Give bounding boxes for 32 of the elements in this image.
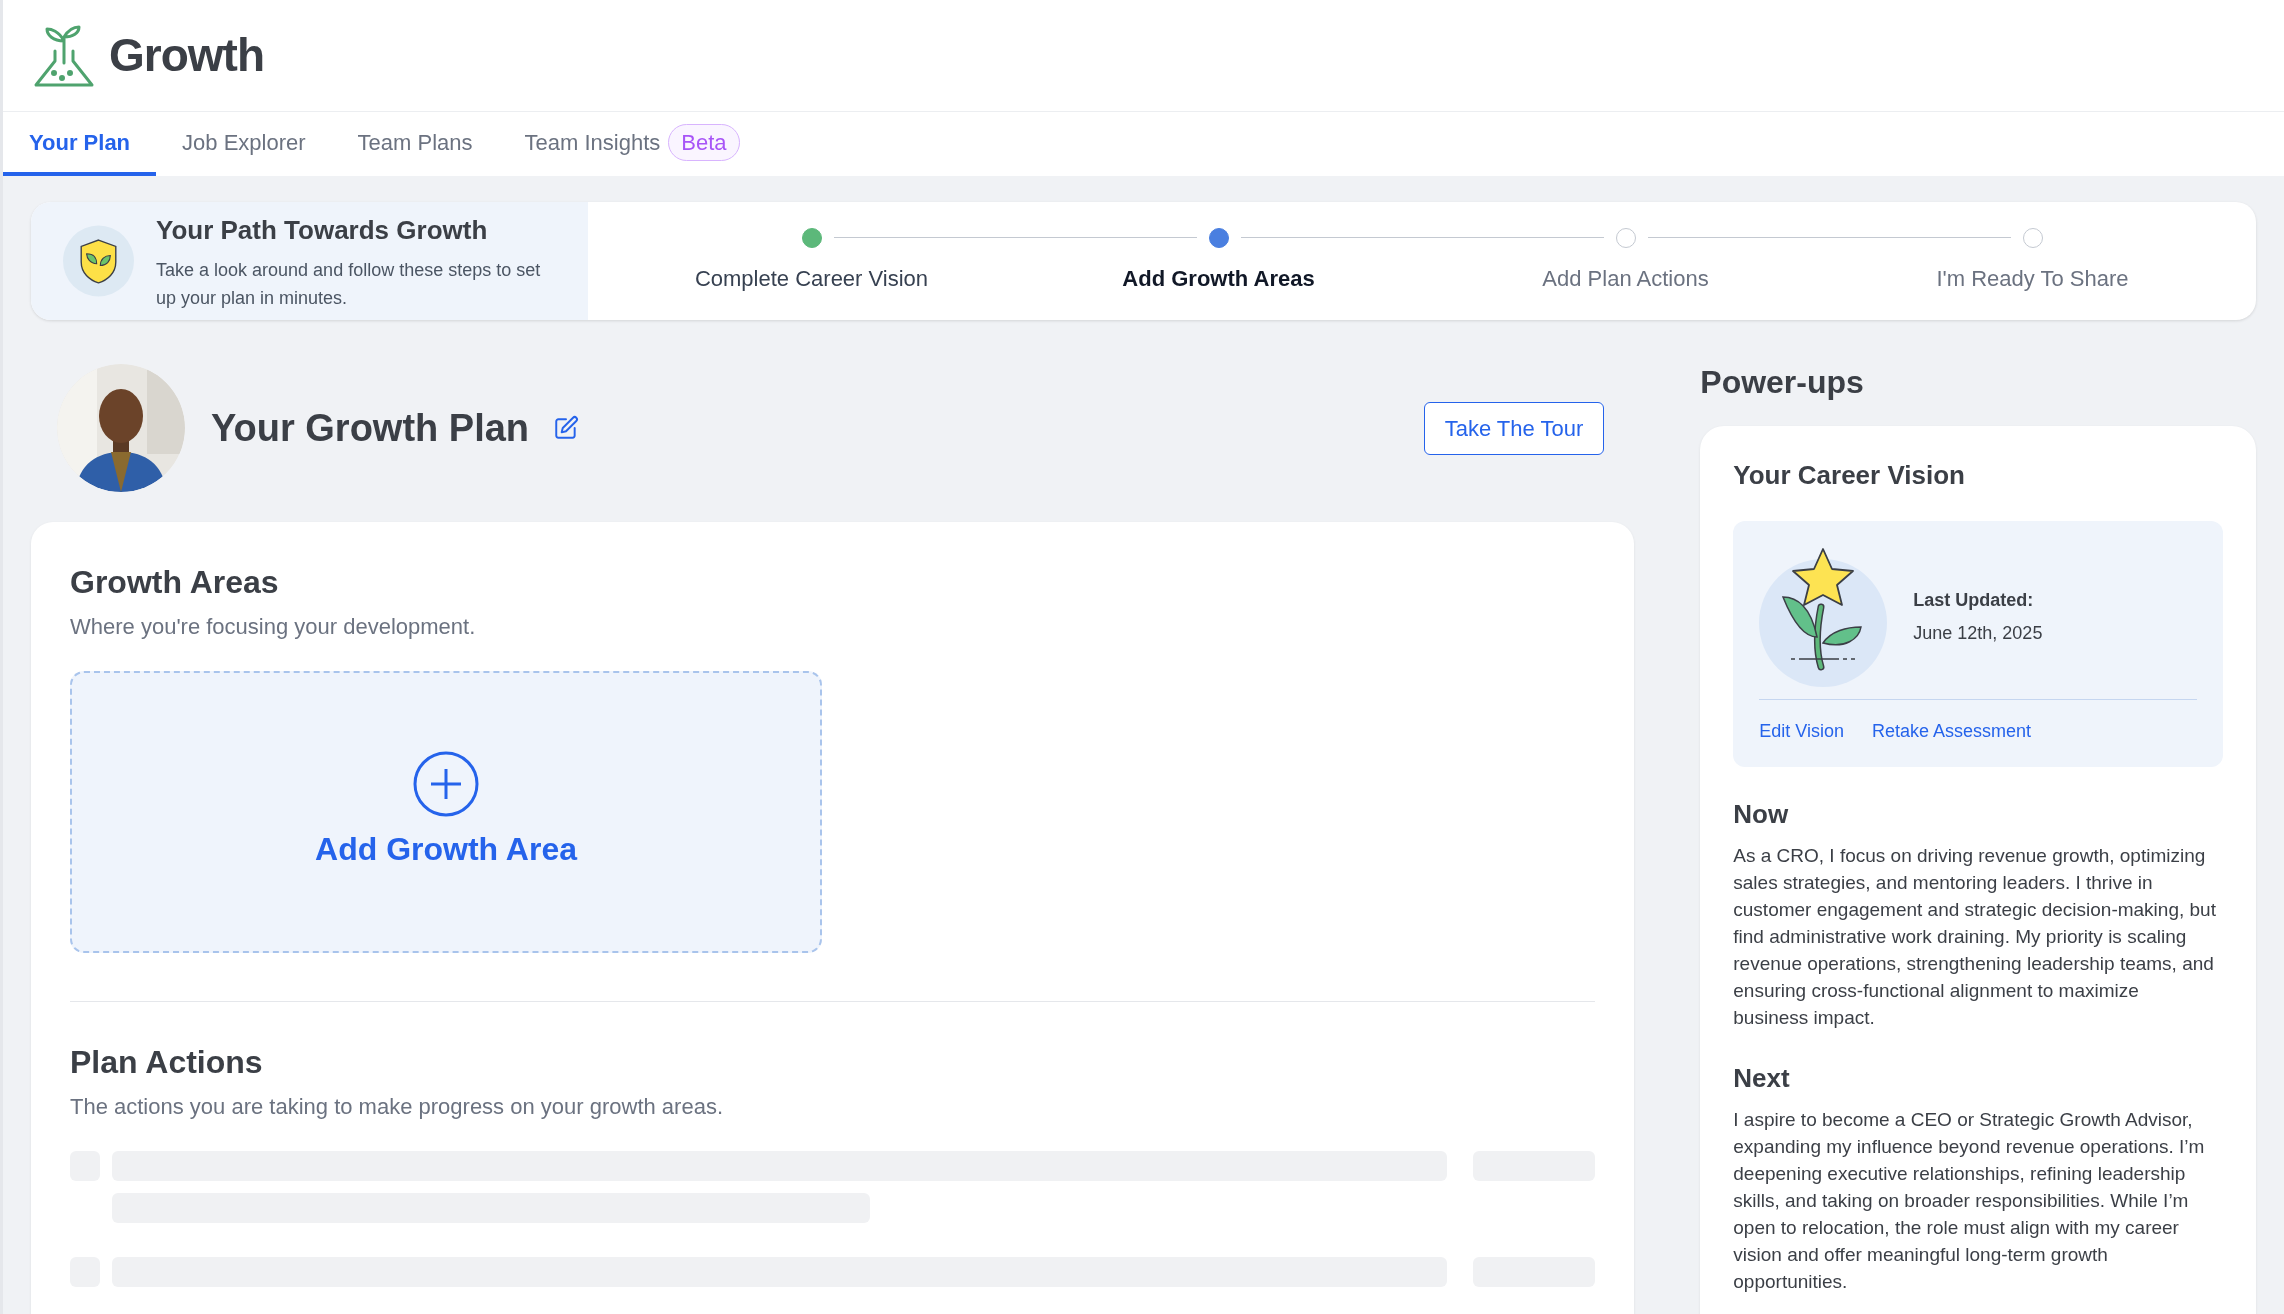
nav-tab[interactable]: Your Plan xyxy=(3,112,157,176)
section-subtitle: The actions you are taking to make progress on your growth areas. xyxy=(70,1093,724,1121)
powerups-title: Power-ups xyxy=(1700,363,1865,402)
onboarding-text: Take a look around and follow these steps to set up your plan in minutes. xyxy=(156,258,542,310)
step-label: Add Plan Actions xyxy=(1542,264,1709,293)
onboarding-title: Your Path Towards Growth xyxy=(156,213,489,247)
section-subtitle: Where you're focusing your development. xyxy=(70,613,477,641)
vision-heading: Next xyxy=(1733,1062,1791,1095)
step-label: I'm Ready To Share xyxy=(1936,264,2129,293)
app-name: Growth xyxy=(109,28,264,83)
last-updated-label: Last Updated: xyxy=(1913,589,2035,612)
last-updated-date: June 12th, 2025 xyxy=(1913,622,2043,645)
vision-text: As a CRO, I focus on driving revenue growth, optimizing sales strategies, and mentoring leaders. I thrive in customer engagement and strategic decision-making, but find administrative work draining. My priority is scaling revenue operations, strengthening leadership teams, and ensuring cross-functional alignment to maximize business impact. xyxy=(1733,844,2217,1030)
tour-button[interactable]: Take The Tour xyxy=(1423,401,1605,455)
card-title: Your Career Vision xyxy=(1733,459,1966,492)
step-label: Add Growth Areas xyxy=(1122,264,1315,293)
nav-tab[interactable]: Job Explorer xyxy=(156,112,332,176)
step-label: Complete Career Vision xyxy=(694,264,929,293)
plan-title: Your Growth Plan xyxy=(211,405,530,451)
star-flower-icon xyxy=(1759,547,1888,687)
section-title: Plan Actions xyxy=(70,1043,264,1082)
plus-circle-icon xyxy=(413,751,479,817)
nav-tab[interactable]: Team Insights Beta xyxy=(498,112,766,176)
vision-link[interactable]: Edit Vision xyxy=(1759,718,1844,745)
beta-badge: Beta xyxy=(668,123,740,161)
section-title: Growth Areas xyxy=(70,563,280,602)
nav-tab[interactable]: Team Plans xyxy=(331,112,499,176)
edit-icon[interactable] xyxy=(553,415,580,441)
vision-text: I aspire to become a CEO or Strategic Growth Advisor, expanding my influence beyond revenue operations. I’m deepening executive relationships, refining leadership skills, and taking on broader responsibilities. While I’m open to relocation, the role must align with my career vision and offer meaningful long-term growth opportunities. xyxy=(1733,1108,2206,1294)
vision-heading: Now xyxy=(1733,798,1790,831)
vision-link[interactable]: Retake Assessment xyxy=(1872,718,2032,745)
add-growth-area-button[interactable]: Add Growth Area xyxy=(70,671,822,953)
